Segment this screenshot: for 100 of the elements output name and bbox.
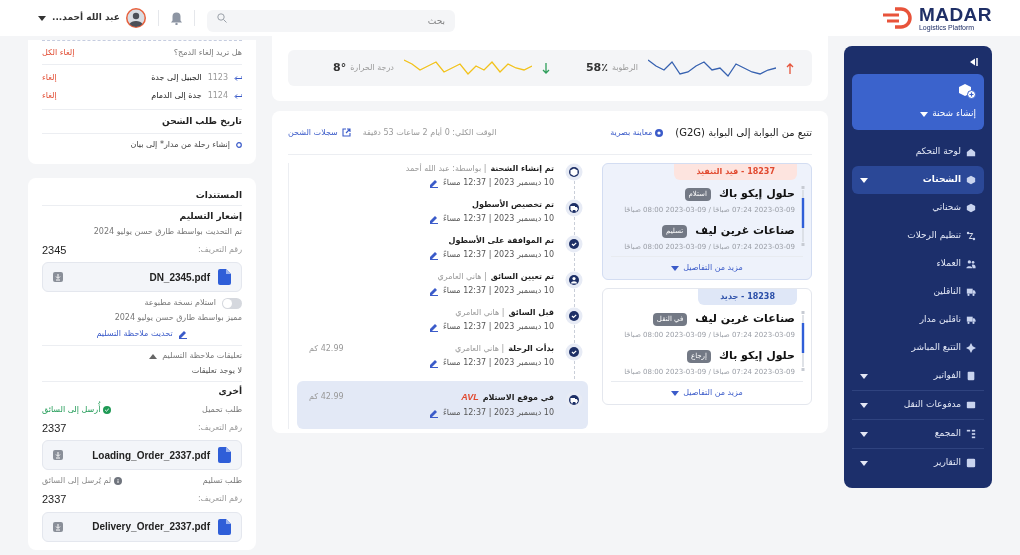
event-date: 10 ديسمبر 2023 | 12:37 مساءً bbox=[442, 285, 554, 297]
pencil-icon[interactable] bbox=[428, 250, 439, 260]
sidebar-item[interactable]: المجمع bbox=[852, 420, 984, 448]
sidebar-item[interactable]: الفواتير bbox=[852, 362, 984, 390]
search-icon bbox=[216, 13, 227, 23]
pencil-icon[interactable] bbox=[428, 322, 439, 332]
pencil-icon[interactable] bbox=[428, 214, 439, 224]
crosshair-icon bbox=[966, 343, 976, 353]
toggle-label: استلام نسخة مطبوعة bbox=[144, 297, 216, 309]
user-name: عبد الله أحمد... bbox=[52, 11, 120, 25]
file-icon bbox=[218, 518, 231, 535]
event-date: 10 ديسمبر 2023 | 12:37 مساءً bbox=[442, 321, 554, 333]
visual-preview-link[interactable]: معاينة بصرية bbox=[610, 126, 664, 139]
caret-icon bbox=[860, 431, 868, 437]
sensor-label: درجة الحرارة bbox=[350, 62, 394, 74]
marked-note: مميز بواسطة طارق حسن يوليو 2024 bbox=[113, 312, 242, 324]
sidebar-item[interactable]: العملاء bbox=[852, 250, 984, 278]
document-type: طلب تحميل bbox=[202, 403, 242, 416]
search-field[interactable]: بحث bbox=[206, 10, 455, 32]
person-icon bbox=[565, 271, 583, 289]
cube-icon bbox=[966, 175, 976, 185]
id-value: 2345 bbox=[42, 242, 67, 258]
sensor-value: 8° bbox=[333, 59, 347, 76]
file-card[interactable]: DN_2345.pdf bbox=[42, 262, 242, 292]
sidebar-item[interactable]: الناقلين bbox=[852, 278, 984, 306]
sidebar-item[interactable]: ناقلين مدار bbox=[852, 306, 984, 334]
timeline-event[interactable]: تم الموافقة على الأسطول 10 ديسمبر 2023 | 12:37 مساءً bbox=[297, 235, 588, 271]
user-menu[interactable]: عبد الله أحمد... bbox=[38, 8, 146, 28]
check-icon bbox=[565, 235, 583, 253]
shipment-logs-link[interactable]: سجلات الشحن bbox=[288, 126, 351, 139]
external-link-icon bbox=[341, 128, 351, 137]
caret-icon bbox=[149, 353, 158, 359]
subsection-title: إشعار التسليم bbox=[178, 210, 242, 224]
timeline-event[interactable]: تم إنشاء الشحنة | بواسطة: عبد الله أحمد 10 ديسمبر 2023 | 12:37 مساءً bbox=[297, 163, 588, 199]
event-title: تم الموافقة على الأسطول bbox=[448, 235, 554, 247]
file-name: DN_2345.pdf bbox=[149, 270, 210, 285]
event-actor: | هاني العامري bbox=[455, 307, 505, 319]
timeline-event[interactable]: قبل السائق | هاني العامري 10 ديسمبر 2023 | 12:37 مساءً bbox=[297, 307, 588, 343]
event-date: 10 ديسمبر 2023 | 12:37 مساءً bbox=[442, 249, 554, 261]
truck-icon bbox=[966, 287, 976, 297]
trip-route: الجبيل إلى جدة bbox=[151, 72, 202, 84]
file-name: Delivery_Order_2337.pdf bbox=[92, 520, 210, 534]
sidebar-item[interactable]: تنظيم الرحلات bbox=[852, 222, 984, 250]
toggle-switch[interactable] bbox=[222, 297, 242, 309]
caret-icon bbox=[860, 373, 868, 379]
id-label: رقم التعريف: bbox=[197, 421, 242, 434]
stop-name: حلول إيكو باك bbox=[718, 348, 795, 364]
total-time: الوقت الكلي: 0 أيام 2 ساعات 53 دقيقة bbox=[362, 126, 497, 139]
users-icon bbox=[966, 259, 976, 269]
sensor-value: 58٪ bbox=[585, 59, 608, 76]
house-icon bbox=[966, 147, 976, 157]
comments-label: تعليقات ملاحظة التسليم bbox=[162, 350, 242, 362]
cancel-link[interactable]: إلغاء bbox=[42, 72, 57, 84]
collapse-icon[interactable] bbox=[970, 58, 978, 66]
route-track bbox=[801, 311, 805, 371]
id-value: 2337 bbox=[42, 420, 67, 436]
sidebar-item[interactable]: التتبع المباشر bbox=[852, 334, 984, 362]
timeline-event[interactable]: تم تخصيص الأسطول 10 ديسمبر 2023 | 12:37 مساءً bbox=[297, 199, 588, 235]
more-details-link[interactable]: مزيد من التفاصيل bbox=[671, 387, 743, 399]
cancel-link[interactable]: إلغاء bbox=[42, 90, 57, 102]
sidebar-item[interactable]: لوحة التحكم bbox=[852, 138, 984, 166]
trip-id: 1123 bbox=[207, 72, 228, 84]
pencil-icon[interactable] bbox=[177, 329, 188, 339]
file-card[interactable]: Loading_Order_2337.pdf bbox=[42, 440, 242, 470]
event-distance: 42.99 كم bbox=[308, 391, 344, 403]
check-icon bbox=[565, 343, 583, 361]
pencil-icon[interactable] bbox=[428, 358, 439, 368]
timeline-event[interactable]: بدأت الرحلة | هاني العامري 10 ديسمبر 2023 | 12:37 مساءً 42.99 كم bbox=[297, 343, 588, 379]
cancel-all-link[interactable]: إلغاء الكل bbox=[42, 46, 75, 59]
file-card[interactable]: Delivery_Order_2337.pdf bbox=[42, 511, 242, 542]
caret-icon bbox=[860, 402, 868, 408]
brand-name: MADAR bbox=[918, 5, 992, 24]
download-icon[interactable] bbox=[53, 521, 63, 532]
event-actor: | هاني العامري bbox=[454, 343, 505, 355]
update-note: تم التحديث بواسطة طارق حسن يوليو 2024 bbox=[92, 225, 242, 238]
pencil-icon[interactable] bbox=[428, 178, 439, 188]
sidebar-item[interactable]: الشحنات bbox=[852, 166, 984, 194]
update-delivery-note-link[interactable]: تحديث ملاحظة التسليم bbox=[96, 328, 188, 340]
section-title: تاريخ طلب الشحن bbox=[162, 114, 242, 129]
sent-status: أُرسل إلى السائق bbox=[42, 403, 112, 416]
trip-id: 1124 bbox=[207, 90, 228, 102]
check-circle-icon bbox=[103, 405, 112, 414]
info-icon bbox=[114, 477, 123, 485]
more-details-link[interactable]: مزيد من التفاصيل bbox=[671, 262, 743, 274]
truck-icon bbox=[565, 199, 583, 217]
pencil-icon[interactable] bbox=[428, 407, 439, 418]
sidebar-item[interactable]: مدفوعات النقل bbox=[852, 391, 984, 419]
hierarchy-icon bbox=[966, 429, 976, 439]
sidebar-item[interactable]: التقارير bbox=[852, 449, 984, 477]
pencil-icon[interactable] bbox=[428, 286, 439, 296]
cube-icon bbox=[565, 163, 583, 181]
timeline-event[interactable]: تم تعيين السائق | هاني العامري 10 ديسمبر 2023 | 12:37 مساءً bbox=[297, 271, 588, 307]
stop-name: صناعات غرين ليف bbox=[695, 223, 795, 239]
file-icon bbox=[218, 447, 231, 463]
sidebar-item[interactable]: شحناتي bbox=[852, 194, 984, 222]
create-shipment-button[interactable]: إنشاء شحنة bbox=[852, 74, 984, 130]
bell-icon[interactable] bbox=[170, 11, 182, 25]
event-title: تم إنشاء الشحنة bbox=[490, 163, 554, 175]
eye-icon bbox=[655, 128, 664, 137]
caret-icon bbox=[920, 111, 929, 117]
